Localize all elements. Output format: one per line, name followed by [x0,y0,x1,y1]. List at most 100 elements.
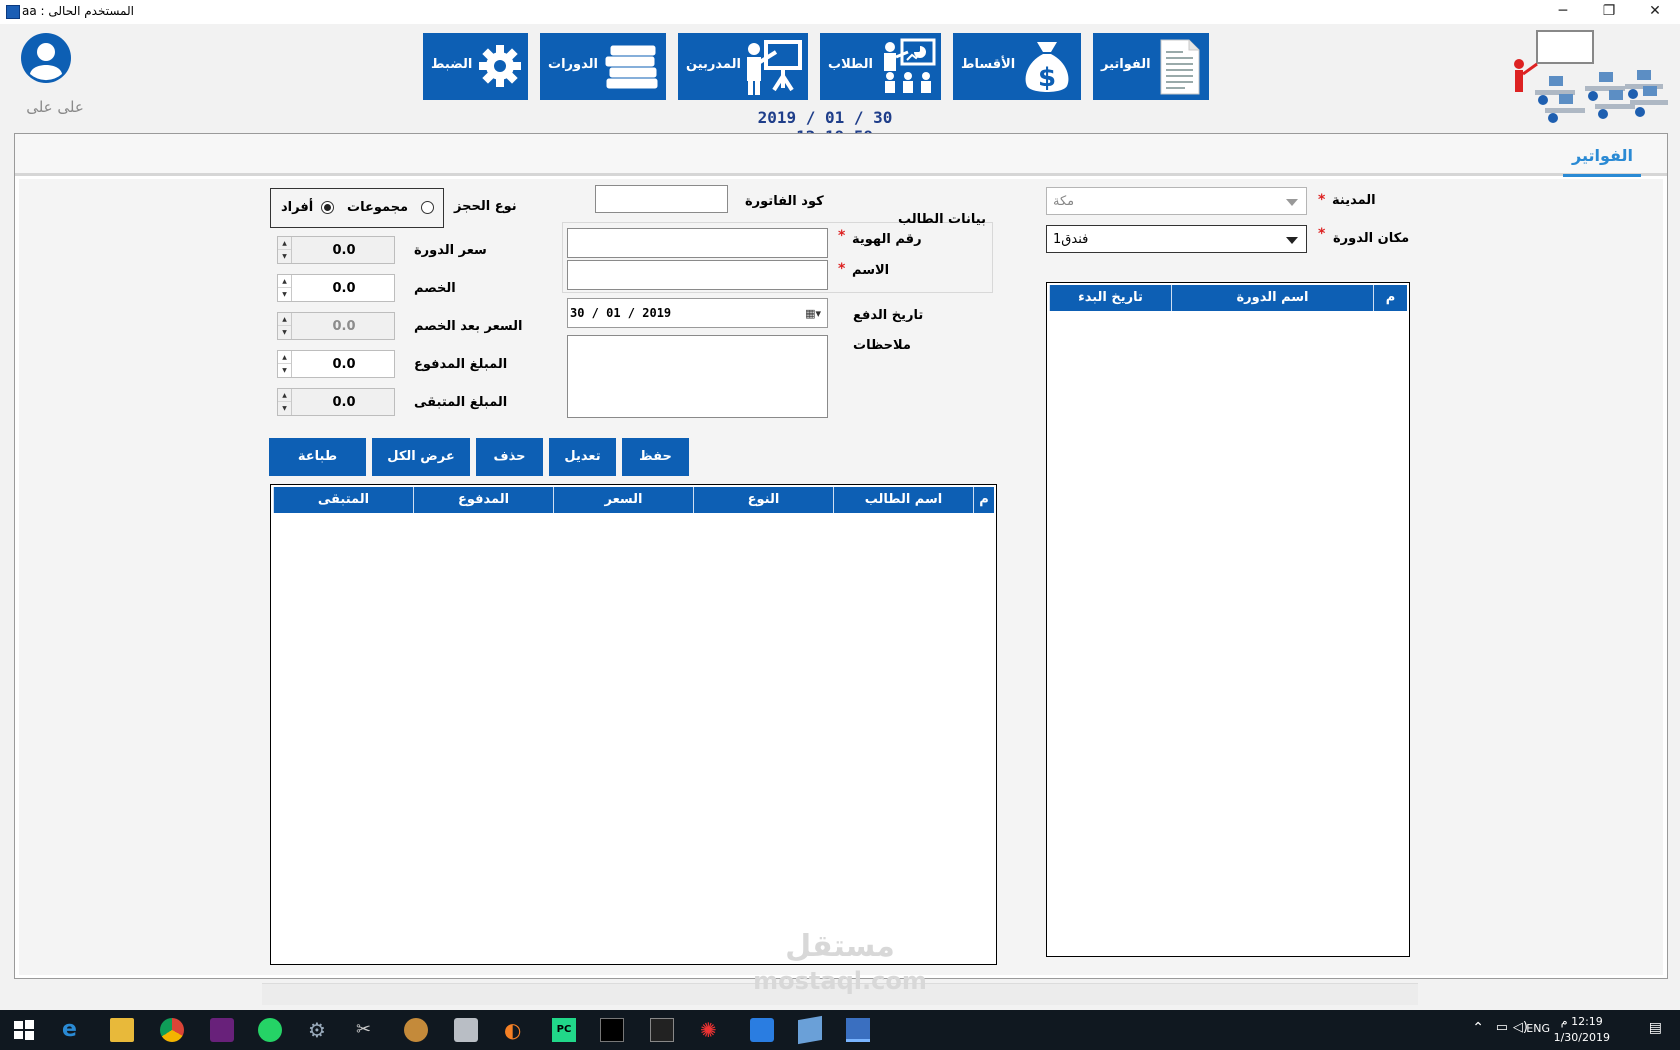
paint-icon[interactable] [404,1018,428,1042]
invoice-doc-icon [1160,39,1200,95]
active-app-icon[interactable] [846,1018,870,1042]
students-icon [884,38,936,93]
terminal-icon[interactable] [600,1018,624,1042]
notes-textarea[interactable] [567,335,828,418]
name-input[interactable] [567,260,828,290]
nav-invoices-button[interactable]: الفواتير [1093,33,1209,100]
col-price[interactable]: السعر [553,487,693,513]
file-explorer-icon[interactable] [110,1018,134,1042]
whatsapp-icon[interactable] [258,1018,282,1042]
spin-up-icon[interactable]: ▲ [278,313,291,326]
invoice-code-input[interactable] [595,185,728,213]
chrome-icon[interactable] [160,1018,184,1042]
language-indicator[interactable]: ENG [1526,1022,1550,1035]
col-course-name[interactable]: اسم الدورة [1171,285,1373,311]
col-type[interactable]: النوع [693,487,833,513]
radio-groups[interactable] [421,201,434,214]
restore-icon[interactable]: ❐ [1586,0,1632,24]
minimize-icon[interactable]: ─ [1540,0,1586,24]
paid-amount-value: 0.0 [332,357,356,372]
course-price-label: سعر الدورة [414,243,487,258]
spin-up-icon[interactable]: ▲ [278,389,291,402]
invoices-grid[interactable]: المتبقى المدفوع السعر النوع اسم الطالب م [270,484,997,965]
nav-courses-button[interactable]: الدورات [540,33,666,100]
spin-up-icon[interactable]: ▲ [278,351,291,364]
save-button[interactable]: حفظ [622,438,689,476]
tools-icon[interactable]: ✂ [356,1018,380,1042]
tab-underline [1563,174,1641,177]
nav-trainers-button[interactable]: المدربين [678,33,808,100]
windows-start-icon[interactable] [12,1018,36,1042]
nav-invoices-label: الفواتير [1101,57,1151,72]
visual-studio-icon[interactable] [210,1018,234,1042]
spin-up-icon[interactable]: ▲ [278,275,291,288]
watermark-arabic: مستقل [785,929,895,964]
network-icon[interactable]: ▭ [1496,1020,1508,1035]
booking-option-individuals[interactable]: أفراد [281,200,313,215]
city-select[interactable]: مكة [1046,187,1307,215]
show-all-button[interactable]: عرض الكل [372,438,470,476]
col-student-name[interactable]: اسم الطالب [833,487,973,513]
courses-grid-header: تاريخ البدء اسم الدورة م [1049,285,1407,311]
tray-chevron-up-icon[interactable]: ⌃ [1472,1020,1484,1036]
booking-option-groups[interactable]: مجموعات [347,200,408,215]
console-icon[interactable] [650,1018,674,1042]
venue-select[interactable]: فندق1 [1046,225,1307,253]
spin-down-icon[interactable]: ▼ [278,250,291,263]
col-remaining[interactable]: المتبقى [273,487,413,513]
pycharm-icon[interactable]: PC [552,1018,576,1042]
nav-trainers-label: المدربين [686,57,741,72]
edge-icon[interactable]: e [62,1018,86,1042]
network-tool-icon[interactable]: ✺ [700,1018,724,1042]
jupyter-icon[interactable]: ◐ [504,1018,528,1042]
remaining-amount-spinner[interactable]: ▲ ▼ 0.0 [277,388,395,416]
student-group-label: بيانات الطالب [898,212,986,227]
nav-students-button[interactable]: الطلاب [820,33,941,100]
spin-down-icon[interactable]: ▼ [278,326,291,339]
paid-amount-spinner[interactable]: ▲ ▼ 0.0 [277,350,395,378]
trainer-icon [747,40,802,95]
spin-down-icon[interactable]: ▼ [278,402,291,415]
required-marker: * [838,261,846,277]
watermark-latin: mostaql.com [753,967,927,995]
discount-spinner[interactable]: ▲ ▼ 0.0 [277,274,395,302]
delete-button[interactable]: حذف [476,438,543,476]
radio-individuals[interactable] [321,201,334,214]
remote-app-icon[interactable] [750,1018,774,1042]
course-price-value: 0.0 [332,243,356,258]
user-avatar-icon[interactable] [20,32,72,84]
name-label: الاسم [852,263,890,278]
notifications-icon[interactable]: ▤ [1649,1020,1662,1036]
paid-amount-label: المبلغ المدفوع [414,357,508,372]
spin-down-icon[interactable]: ▼ [278,288,291,301]
close-icon[interactable]: ✕ [1632,0,1678,24]
settings-tool-icon[interactable]: ⚙ [308,1018,332,1042]
database-icon[interactable] [454,1018,478,1042]
courses-grid[interactable]: تاريخ البدء اسم الدورة م [1046,282,1410,957]
required-marker: * [1318,192,1326,208]
print-button[interactable]: طباعة [269,438,366,476]
pay-date-value: 30 / 01 / 2019 [570,306,672,320]
booking-type-group: أفراد مجموعات [270,188,444,228]
col-start-date[interactable]: تاريخ البدء [1049,285,1171,311]
col-paid[interactable]: المدفوع [413,487,553,513]
id-number-input[interactable] [567,228,828,258]
tab-invoices[interactable]: الفواتير [1572,146,1633,165]
remaining-amount-value: 0.0 [332,395,356,410]
notebook-icon[interactable] [798,1015,822,1045]
calendar-dropdown-icon[interactable]: ▦▾ [805,307,821,320]
nav-settings-button[interactable]: الضبط [423,33,528,100]
spin-up-icon[interactable]: ▲ [278,237,291,250]
id-label: رقم الهوية [852,232,922,247]
spin-down-icon[interactable]: ▼ [278,364,291,377]
edit-button[interactable]: تعديل [549,438,616,476]
col-index[interactable]: م [1373,285,1407,311]
col-index[interactable]: م [973,487,994,513]
course-price-spinner[interactable]: ▲ ▼ 0.0 [277,236,395,264]
venue-label: مكان الدورة [1333,231,1410,246]
pay-date-picker[interactable]: 30 / 01 / 2019 ▦▾ [567,298,828,328]
nav-installments-button[interactable]: الأقساط $ [953,33,1081,100]
price-after-discount-value: 0.0 [332,319,356,334]
price-after-discount-spinner[interactable]: ▲ ▼ 0.0 [277,312,395,340]
clock[interactable]: 12:19 م 1/30/2019 [1554,1014,1610,1046]
